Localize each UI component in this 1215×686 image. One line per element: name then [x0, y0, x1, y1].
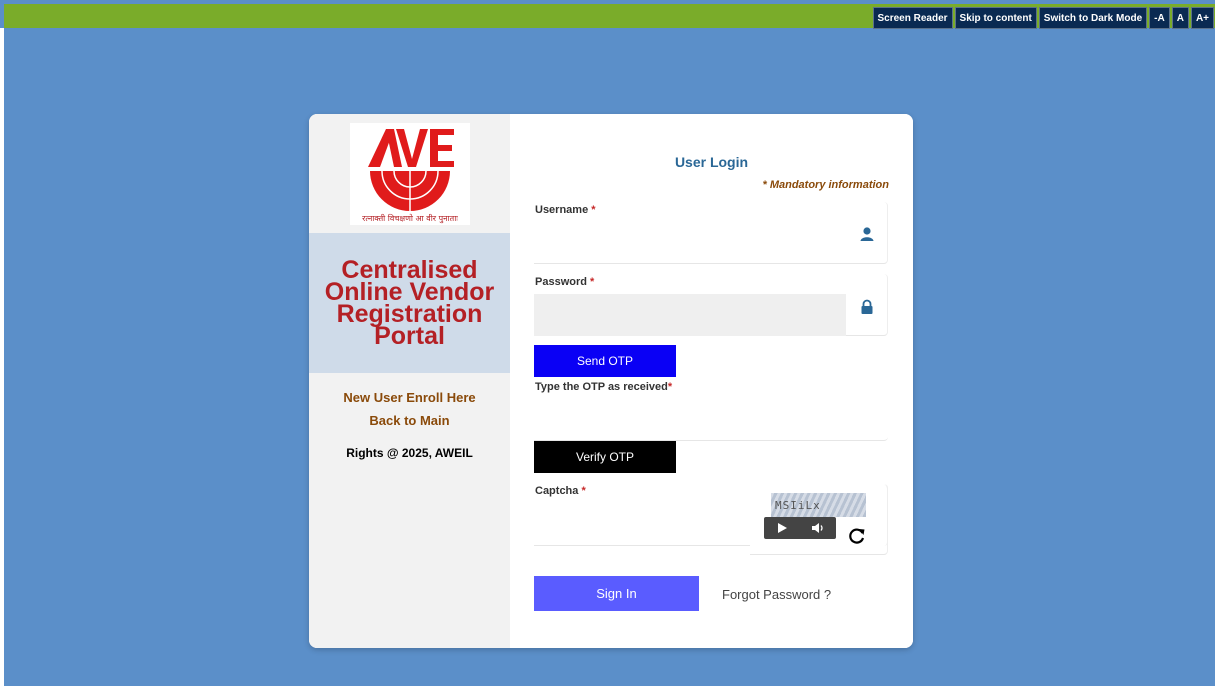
user-icon	[860, 227, 874, 241]
captcha-image: MSIiLx	[771, 493, 866, 517]
sign-in-button[interactable]: Sign In	[534, 576, 699, 611]
branding-panel: रत्नाक्ती विचक्षणो आ वीर पुनाताः Central…	[309, 114, 510, 648]
top-accessibility-bar: Screen Reader Skip to content Switch to …	[4, 4, 1215, 29]
screen-reader-button[interactable]: Screen Reader	[872, 7, 953, 29]
password-input[interactable]	[534, 294, 846, 336]
dark-mode-button[interactable]: Switch to Dark Mode	[1038, 7, 1148, 29]
username-field[interactable]: Username *	[534, 202, 888, 264]
play-icon[interactable]	[776, 522, 788, 534]
logo-motto: रत्नाक्ती विचक्षणो आ वीर पुनाताः	[362, 213, 458, 224]
font-increase-button[interactable]: A+	[1190, 7, 1214, 29]
accessibility-toolbar: Screen Reader Skip to content Switch to …	[872, 7, 1214, 29]
verify-otp-button[interactable]: Verify OTP	[534, 441, 676, 473]
volume-icon[interactable]	[811, 522, 825, 534]
lock-icon	[861, 299, 873, 314]
portal-title-box: Centralised Online Vendor Registration P…	[309, 233, 510, 373]
back-to-main-link[interactable]: Back to Main	[309, 413, 510, 428]
otp-label: Type the OTP as received*	[535, 381, 673, 393]
username-label: Username *	[535, 204, 596, 216]
captcha-audio-player[interactable]	[764, 517, 836, 539]
send-otp-button[interactable]: Send OTP	[534, 345, 676, 377]
skip-to-content-button[interactable]: Skip to content	[954, 7, 1037, 29]
login-card: रत्नाक्ती विचक्षणो आ वीर पुनाताः Central…	[309, 114, 913, 648]
login-title: User Login	[674, 154, 749, 170]
captcha-input-underline[interactable]	[534, 545, 750, 546]
left-edge-strip	[0, 28, 4, 686]
awe-logo-icon: रत्नाक्ती विचक्षणो आ वीर पुनाताः	[362, 129, 458, 224]
otp-field[interactable]: Type the OTP as received*	[534, 379, 888, 441]
portal-title: Centralised Online Vendor Registration P…	[324, 256, 495, 350]
forgot-password-link[interactable]: Forgot Password ?	[722, 587, 831, 602]
mandatory-note: * Mandatory information	[762, 179, 889, 191]
password-field[interactable]: Password *	[534, 274, 888, 336]
password-label: Password *	[535, 276, 595, 288]
new-user-enroll-link[interactable]: New User Enroll Here	[309, 390, 510, 405]
captcha-label: Captcha *	[535, 485, 586, 497]
login-form-panel: User Login * Mandatory information Usern…	[510, 114, 913, 648]
copyright-text: Rights @ 2025, AWEIL	[346, 446, 473, 460]
refresh-icon[interactable]	[848, 527, 866, 545]
font-normal-button[interactable]: A	[1171, 7, 1189, 29]
font-decrease-button[interactable]: -A	[1149, 7, 1170, 29]
awe-logo: रत्नाक्ती विचक्षणो आ वीर पुनाताः	[350, 123, 470, 225]
